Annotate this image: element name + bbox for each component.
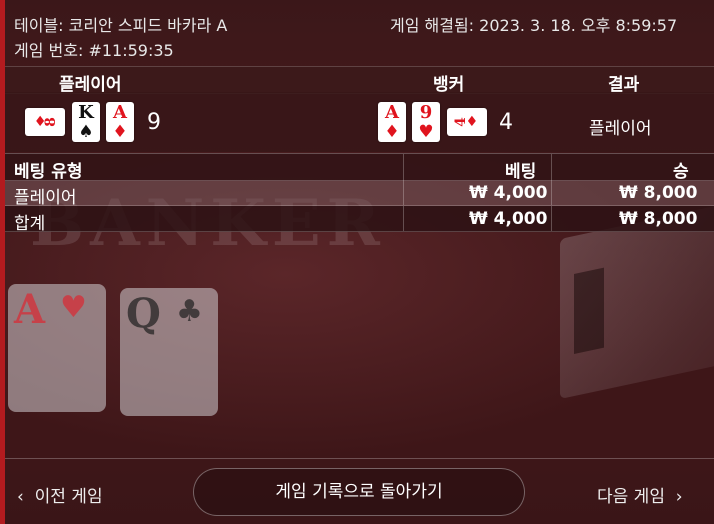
win-amount-cell: ₩ 8,000 (619, 183, 698, 203)
next-game-label: 다음 게임 (597, 487, 665, 507)
player-score: 9 (147, 110, 161, 135)
win-amount-cell: ₩ 8,000 (619, 209, 698, 229)
hands-row: ♦8 K ♠ A ♦ 9 A ♦ 9 ♥ 4♦ 4 플레이어 (5, 92, 714, 152)
bet-type-cell: 합계 (14, 214, 46, 234)
hands-header-row: 플레이어 뱅커 결과 (5, 66, 714, 95)
game-number: 게임 번호: #11:59:35 (14, 41, 174, 60)
player-card-3: A ♦ (106, 102, 134, 142)
back-to-history-button[interactable]: 게임 기록으로 돌아가기 (193, 468, 525, 516)
heart-icon: ♥ (60, 290, 87, 325)
club-icon: ♣ (176, 294, 203, 329)
table-row: 플레이어 ₩ 4,000 ₩ 8,000 (5, 180, 714, 208)
background-card-rank: A (14, 286, 46, 333)
card-rank: 9 (419, 102, 433, 123)
column-divider (403, 180, 404, 205)
player-card-1: ♦8 (25, 108, 65, 136)
background-card-queen: Q ♣ (120, 288, 218, 416)
banker-card-1: A ♦ (378, 102, 406, 142)
column-divider (551, 180, 552, 205)
win-header: 승 (673, 162, 689, 182)
card-rank: A (385, 102, 399, 123)
card-shoe-decoration (560, 204, 714, 400)
column-divider (551, 206, 552, 231)
previous-game-link[interactable]: ‹ 이전 게임 (17, 482, 103, 507)
card-rank: K (78, 102, 94, 123)
card-rank: A (113, 102, 127, 123)
diamond-icon: ♦ (384, 122, 400, 142)
bet-type-header: 베팅 유형 (14, 162, 83, 182)
card-rank: 4 (452, 117, 469, 127)
settled-time: 게임 해결됨: 2023. 3. 18. 오후 8:59:57 (390, 16, 678, 35)
banker-card-2: 9 ♥ (412, 102, 440, 142)
background-card-rank: Q (126, 290, 161, 337)
bets-header-row: 베팅 유형 베팅 승 (5, 153, 714, 182)
header: 테이블: 코리안 스피드 바카라 A 게임 번호: #11:59:35 게임 해… (0, 0, 714, 64)
previous-game-label: 이전 게임 (34, 487, 103, 507)
card-rank: 8 (43, 117, 60, 127)
heart-icon: ♥ (418, 122, 434, 142)
background-card-ace: A ♥ (8, 284, 106, 412)
bet-type-cell: 플레이어 (14, 188, 77, 208)
column-divider (551, 154, 552, 180)
bet-amount-cell: ₩ 4,000 (469, 183, 548, 203)
spade-icon: ♠ (78, 122, 94, 142)
chevron-right-icon: › (675, 487, 683, 507)
banker-card-3: 4♦ (447, 108, 487, 136)
table-name: 테이블: 코리안 스피드 바카라 A (14, 16, 228, 35)
banker-score: 4 (499, 110, 513, 135)
chevron-left-icon: ‹ (17, 487, 24, 507)
table-row: 합계 ₩ 4,000 ₩ 8,000 (5, 206, 714, 234)
next-game-link[interactable]: 다음 게임 › (597, 482, 683, 507)
column-divider (403, 206, 404, 231)
footer-nav: ‹ 이전 게임 게임 기록으로 돌아가기 다음 게임 › (5, 458, 714, 524)
diamond-icon: ♦ (112, 122, 128, 142)
player-card-2: K ♠ (72, 102, 100, 142)
result-value: 플레이어 (589, 119, 652, 139)
game-history-detail: BANKER A ♥ Q ♣ 테이블: 코리안 스피드 바카라 A 게임 번호:… (0, 0, 714, 524)
column-divider (403, 154, 404, 180)
bet-header: 베팅 (505, 162, 537, 182)
bet-amount-cell: ₩ 4,000 (469, 209, 548, 229)
